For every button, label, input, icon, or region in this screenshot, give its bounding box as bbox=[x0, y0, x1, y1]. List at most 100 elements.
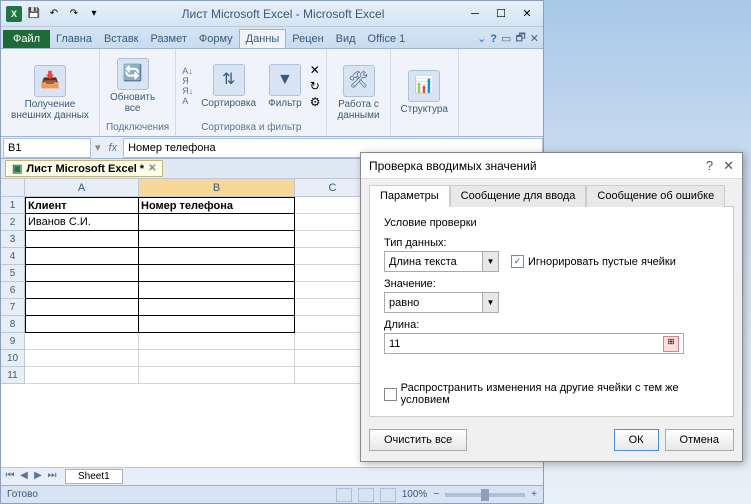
cell[interactable] bbox=[139, 282, 295, 299]
name-box[interactable]: B1 bbox=[3, 138, 91, 158]
cell[interactable]: Клиент bbox=[25, 197, 139, 214]
cell[interactable] bbox=[139, 333, 295, 350]
col-header-a[interactable]: A bbox=[25, 179, 139, 197]
dialog-title-bar[interactable]: Проверка вводимых значений ? ✕ bbox=[361, 153, 742, 179]
maximize-button[interactable]: ☐ bbox=[489, 6, 513, 22]
cell[interactable] bbox=[25, 265, 139, 282]
zoom-out-button[interactable]: − bbox=[433, 489, 439, 500]
redo-icon[interactable]: ↷ bbox=[65, 5, 83, 23]
row-header[interactable]: 8 bbox=[1, 316, 25, 333]
cell[interactable] bbox=[25, 231, 139, 248]
cell[interactable] bbox=[25, 316, 139, 333]
data-tools-button[interactable]: 🛠 Работа с данными bbox=[333, 63, 383, 123]
cell[interactable] bbox=[25, 299, 139, 316]
col-header-b[interactable]: B bbox=[139, 179, 295, 197]
refresh-button[interactable]: 🔄 Обновить все bbox=[106, 56, 159, 116]
external-data-button[interactable]: 📥 Получение внешних данных bbox=[7, 63, 93, 123]
dialog-close-icon[interactable]: ✕ bbox=[723, 158, 734, 174]
cell[interactable] bbox=[139, 299, 295, 316]
length-input[interactable]: 11 ⊞ bbox=[384, 333, 684, 354]
cell[interactable] bbox=[25, 282, 139, 299]
tab-data[interactable]: Данны bbox=[239, 29, 287, 48]
tab-parameters[interactable]: Параметры bbox=[369, 185, 450, 207]
ok-button[interactable]: ОК bbox=[614, 429, 659, 451]
cell[interactable] bbox=[25, 248, 139, 265]
select-all-corner[interactable] bbox=[1, 179, 25, 197]
tab-office[interactable]: Office 1 bbox=[362, 30, 412, 48]
quick-access-toolbar: X 💾 ↶ ↷ ▾ bbox=[5, 5, 103, 23]
ribbon-expand-icon[interactable]: ⌄ bbox=[477, 32, 486, 45]
cell[interactable] bbox=[139, 214, 295, 231]
zoom-slider[interactable] bbox=[445, 493, 525, 497]
cell[interactable] bbox=[139, 316, 295, 333]
dialog-help-icon[interactable]: ? bbox=[706, 158, 713, 174]
row-header[interactable]: 1 bbox=[1, 197, 25, 214]
row-header[interactable]: 10 bbox=[1, 350, 25, 367]
ribbon-minimize-icon[interactable]: ▭ bbox=[501, 32, 511, 45]
view-normal-button[interactable] bbox=[336, 488, 352, 502]
cell[interactable] bbox=[139, 367, 295, 384]
document-tab[interactable]: ▣ Лист Microsoft Excel * ✕ bbox=[5, 160, 163, 177]
tab-insert[interactable]: Вставк bbox=[98, 30, 145, 48]
ribbon-close-icon[interactable]: ✕ bbox=[530, 32, 539, 45]
advanced-filter-icon[interactable]: ⚙ bbox=[310, 95, 321, 109]
minimize-button[interactable]: ─ bbox=[463, 6, 487, 22]
cell[interactable] bbox=[139, 248, 295, 265]
zoom-in-button[interactable]: + bbox=[531, 489, 537, 500]
meaning-select[interactable]: равно ▼ bbox=[384, 292, 499, 313]
tab-view[interactable]: Вид bbox=[330, 30, 362, 48]
row-header[interactable]: 7 bbox=[1, 299, 25, 316]
cell[interactable] bbox=[139, 265, 295, 282]
sheet-nav-first-icon[interactable]: ⏮ bbox=[3, 470, 17, 484]
reapply-filter-icon[interactable]: ↻ bbox=[310, 79, 321, 93]
row-header[interactable]: 3 bbox=[1, 231, 25, 248]
tab-review[interactable]: Рецен bbox=[286, 30, 329, 48]
view-layout-button[interactable] bbox=[358, 488, 374, 502]
save-icon[interactable]: 💾 bbox=[25, 5, 43, 23]
row-header[interactable]: 4 bbox=[1, 248, 25, 265]
clear-filter-icon[interactable]: ✕ bbox=[310, 63, 321, 77]
cell[interactable] bbox=[25, 333, 139, 350]
row-header[interactable]: 5 bbox=[1, 265, 25, 282]
row-header[interactable]: 2 bbox=[1, 214, 25, 231]
cell[interactable] bbox=[25, 350, 139, 367]
view-break-button[interactable] bbox=[380, 488, 396, 502]
cell[interactable]: Номер телефона bbox=[139, 197, 295, 214]
close-button[interactable]: ✕ bbox=[515, 6, 539, 22]
cell[interactable]: Иванов С.И. bbox=[25, 214, 139, 231]
sheet-nav-next-icon[interactable]: ▶ bbox=[31, 470, 45, 484]
tab-formula[interactable]: Форму bbox=[193, 30, 239, 48]
row-header[interactable]: 6 bbox=[1, 282, 25, 299]
tab-layout[interactable]: Размет bbox=[145, 30, 193, 48]
clear-all-button[interactable]: Очистить все bbox=[369, 429, 467, 451]
cell[interactable] bbox=[139, 231, 295, 248]
structure-button[interactable]: 📊 Структура bbox=[397, 68, 452, 117]
sort-desc-icon[interactable]: Я↓A bbox=[182, 86, 193, 106]
range-picker-icon[interactable]: ⊞ bbox=[663, 336, 679, 352]
undo-icon[interactable]: ↶ bbox=[45, 5, 63, 23]
sort-button[interactable]: ⇅ Сортировка bbox=[197, 62, 260, 111]
data-type-select[interactable]: Длина текста ▼ bbox=[384, 251, 499, 272]
qat-dropdown-icon[interactable]: ▾ bbox=[85, 5, 103, 23]
cell[interactable] bbox=[25, 367, 139, 384]
row-header[interactable]: 9 bbox=[1, 333, 25, 350]
propagate-checkbox[interactable]: Распространить изменения на другие ячейк… bbox=[384, 382, 719, 406]
ribbon-restore-icon[interactable]: 🗗 bbox=[515, 29, 525, 48]
tab-input-message[interactable]: Сообщение для ввода bbox=[450, 185, 587, 207]
grid-row: 8 bbox=[1, 316, 371, 333]
cell[interactable] bbox=[139, 350, 295, 367]
sheet-nav-prev-icon[interactable]: ◀ bbox=[17, 470, 31, 484]
sort-asc-icon[interactable]: A↓Я bbox=[182, 66, 193, 86]
row-header[interactable]: 11 bbox=[1, 367, 25, 384]
filter-button[interactable]: ▼ Фильтр bbox=[264, 62, 306, 111]
file-tab[interactable]: Файл bbox=[3, 30, 50, 48]
sheet-nav-last-icon[interactable]: ⏭ bbox=[45, 470, 59, 484]
sheet-tab[interactable]: Sheet1 bbox=[65, 469, 123, 484]
help-icon[interactable]: ? bbox=[490, 33, 497, 45]
ignore-blank-checkbox[interactable]: ✓ Игнорировать пустые ячейки bbox=[511, 255, 676, 268]
fx-label[interactable]: fx bbox=[103, 142, 124, 154]
document-tab-close-icon[interactable]: ✕ bbox=[148, 163, 156, 174]
tab-error-message[interactable]: Сообщение об ошибке bbox=[586, 185, 725, 207]
cancel-button[interactable]: Отмена bbox=[665, 429, 734, 451]
tab-home[interactable]: Главна bbox=[50, 30, 98, 48]
